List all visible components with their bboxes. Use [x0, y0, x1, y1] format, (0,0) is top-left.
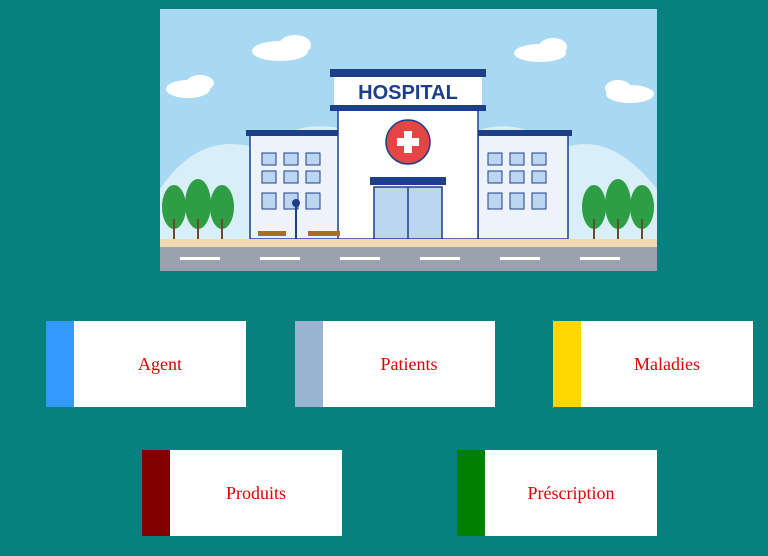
hospital-illustration: HOSPITAL: [160, 9, 657, 271]
menu-card-label: Préscription: [527, 482, 615, 503]
hospital-sign-text: HOSPITAL: [358, 82, 458, 104]
menu-card-label: Maladies: [634, 353, 700, 374]
menu-card-label: Produits: [225, 482, 286, 503]
menu-card-maladies[interactable]: Maladies: [553, 321, 753, 407]
hospital-banner-image: HOSPITAL: [160, 9, 657, 271]
menu-card-patients[interactable]: Patients: [295, 321, 495, 407]
menu-card-label: Agent: [138, 353, 182, 374]
menu-card-produits[interactable]: Produits: [142, 450, 342, 536]
menu-card-accent: [46, 321, 74, 407]
menu-card-accent: [142, 450, 170, 536]
menu-card-accent: [553, 321, 581, 407]
menu-card-accent: [457, 450, 485, 536]
menu-card-accent: [295, 321, 323, 407]
menu-card-agent[interactable]: Agent: [46, 321, 246, 407]
menu-card-prescription[interactable]: Préscription: [457, 450, 657, 536]
menu-card-label: Patients: [380, 353, 438, 374]
